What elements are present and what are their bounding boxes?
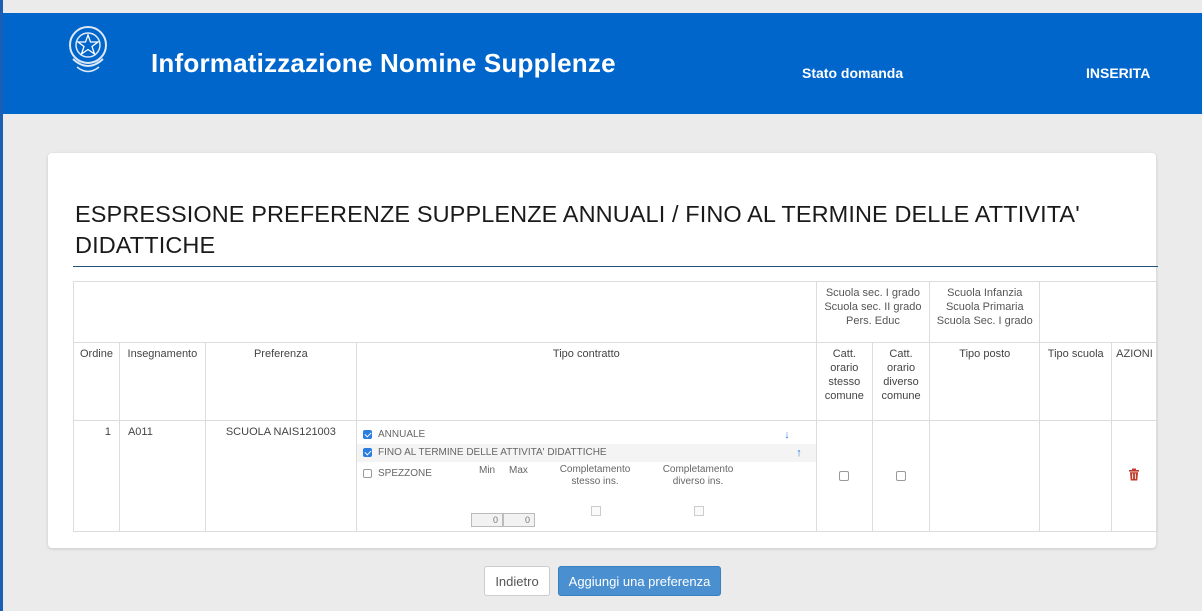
status-label: Stato domanda	[802, 65, 904, 81]
group-header-row: Scuola sec. I grado Scuola sec. II grado…	[73, 281, 1158, 343]
col-azioni: AZIONI	[1110, 342, 1159, 421]
col-tipo-posto: Tipo posto	[929, 342, 1041, 421]
annuale-label: ANNUALE	[377, 429, 426, 440]
group-header-tipo-posto: Scuola Infanzia Scuola Primaria Scuola S…	[929, 281, 1041, 343]
app-header: Informatizzazione Nomine Supplenze Stato…	[3, 13, 1202, 114]
col-ordine: Ordine	[73, 342, 120, 421]
spezzone-checkbox-wrap: SPEZZONE	[362, 467, 432, 481]
col-insegnamento: Insegnamento	[118, 342, 206, 421]
preferences-card: ESPRESSIONE PREFERENZE SUPPLENZE ANNUALI…	[48, 153, 1159, 548]
trash-icon[interactable]	[1128, 468, 1140, 481]
cell-insegnamento: A011	[118, 420, 206, 532]
cell-preferenza: SCUOLA NAIS121003	[204, 420, 357, 532]
col-catt-stesso: Catt. orario stesso comune	[815, 342, 873, 421]
cell-catt-stesso	[815, 420, 873, 532]
column-header-row: Ordine Insegnamento Preferenza Tipo cont…	[73, 342, 1159, 421]
cell-tipo-posto	[929, 420, 1041, 532]
spezzone-label: SPEZZONE	[377, 468, 432, 479]
add-preference-button[interactable]: Aggiungi una preferenza	[558, 566, 721, 596]
annuale-checkbox[interactable]	[362, 429, 372, 439]
min-input[interactable]: 0	[470, 513, 503, 527]
cell-azioni	[1110, 420, 1159, 532]
group-header-empty	[73, 281, 817, 343]
group-header-catt: Scuola sec. I grado Scuola sec. II grado…	[815, 281, 931, 343]
min-label: Min	[478, 465, 496, 476]
back-button[interactable]: Indietro	[484, 566, 550, 596]
contract-option-annuale: ANNUALE ↓	[362, 426, 810, 444]
move-up-icon[interactable]: ↑	[796, 444, 802, 462]
move-down-icon[interactable]: ↓	[784, 426, 790, 444]
col-catt-diverso: Catt. orario diverso comune	[871, 342, 931, 421]
status-value: INSERITA	[1086, 65, 1151, 81]
group-header-empty-right	[1039, 281, 1158, 343]
fino-termine-checkbox[interactable]	[362, 447, 372, 457]
cell-tipo-scuola	[1039, 420, 1112, 532]
spezzone-checkbox[interactable]	[362, 468, 372, 478]
title-divider	[73, 266, 1158, 267]
spezzone-block: SPEZZONE Min Max Completamento stesso in…	[362, 462, 810, 527]
completamento-stesso-label: Completamento stesso ins.	[559, 464, 631, 487]
col-tipo-contratto: Tipo contratto	[355, 342, 817, 421]
catt-stesso-checkbox[interactable]	[839, 471, 850, 482]
cell-ordine: 1	[73, 420, 120, 532]
max-label: Max	[508, 465, 528, 476]
app-title: Informatizzazione Nomine Supplenze	[151, 48, 616, 78]
cell-tipo-contratto: ANNUALE ↓ FINO AL TERMINE DELLE ATTIVITA…	[355, 420, 817, 532]
table-row: 1 A011 SCUOLA NAIS121003 ANNUALE ↓ FINO …	[73, 420, 1159, 532]
completamento-diverso-checkbox[interactable]	[693, 506, 704, 516]
cell-catt-diverso	[871, 420, 931, 532]
col-preferenza: Preferenza	[204, 342, 357, 421]
completamento-stesso-checkbox[interactable]	[590, 506, 601, 516]
preferences-table: Scuola sec. I grado Scuola sec. II grado…	[73, 281, 1159, 532]
col-tipo-scuola: Tipo scuola	[1039, 342, 1112, 421]
italian-republic-emblem-icon	[69, 26, 107, 73]
page-title: ESPRESSIONE PREFERENZE SUPPLENZE ANNUALI…	[75, 201, 1080, 258]
completamento-diverso-label: Completamento diverso ins.	[662, 464, 734, 487]
fino-termine-label: FINO AL TERMINE DELLE ATTIVITA' DIDATTIC…	[377, 447, 607, 458]
contract-option-fino-termine: FINO AL TERMINE DELLE ATTIVITA' DIDATTIC…	[356, 444, 816, 462]
catt-diverso-checkbox[interactable]	[896, 471, 907, 482]
max-input[interactable]: 0	[502, 513, 535, 527]
